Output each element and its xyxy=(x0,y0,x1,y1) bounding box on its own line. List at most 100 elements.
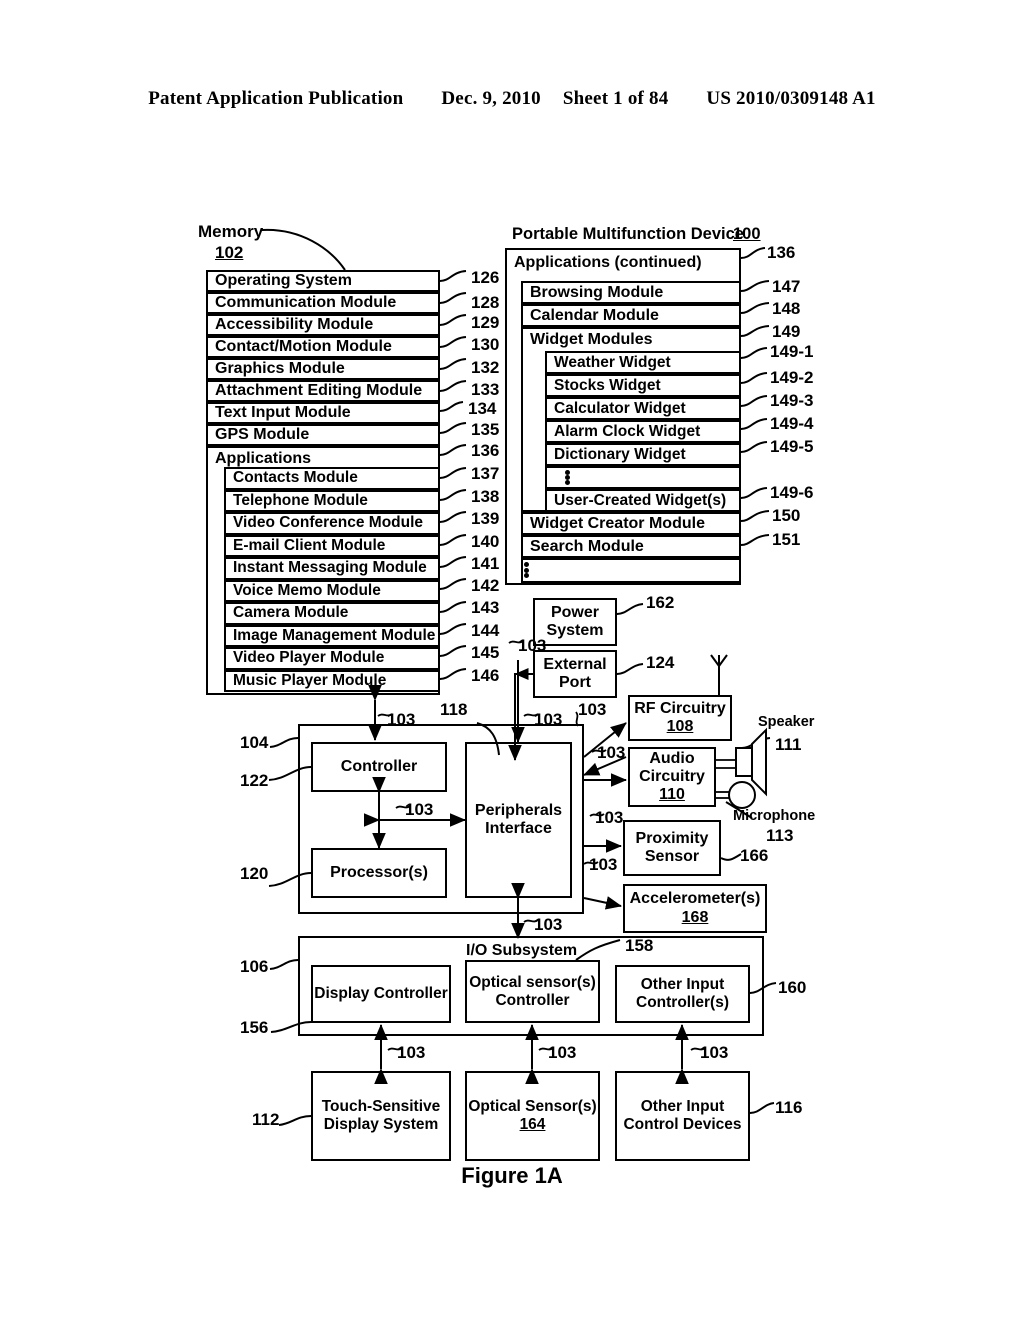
widget-row-calculator: Calculator Widget xyxy=(545,397,741,420)
other-input-control-devices-label: Other Input Control Devices xyxy=(623,1098,742,1133)
speaker-label: Speaker xyxy=(758,714,815,730)
ref-141: 141 xyxy=(471,554,500,573)
ref-128: 128 xyxy=(471,293,500,312)
ref-150: 150 xyxy=(772,506,801,525)
rf-circuitry-block: RF Circuitry 108 xyxy=(628,695,732,741)
header-date: Dec. 9, 2010 xyxy=(441,88,541,109)
widget-row-label: Dictionary Widget xyxy=(554,445,686,463)
widget-row-dictionary: Dictionary Widget xyxy=(545,443,741,466)
appcont-row-label: Widget Modules xyxy=(530,331,653,348)
application-row-instant-messaging-module: Instant Messaging Module xyxy=(224,557,440,580)
appcont-row-widget-creator-module: Widget Creator Module xyxy=(521,512,741,535)
peripherals-interface-block: Peripherals Interface xyxy=(465,742,572,898)
ref-149-1: 149-1 xyxy=(770,342,814,361)
widget-row-user-created: User-Created Widget(s) xyxy=(545,489,741,512)
ref-136-appcont: 136 xyxy=(767,243,796,262)
widget-row-alarm-clock: Alarm Clock Widget xyxy=(545,420,741,443)
appcont-row-label: Widget Creator Module xyxy=(530,514,705,532)
ref-116: 116 xyxy=(775,1098,803,1117)
application-row-video-player-module: Video Player Module xyxy=(224,647,440,670)
ref-132: 132 xyxy=(471,358,500,377)
memory-row-communication-module: Communication Module xyxy=(206,292,440,314)
ref-118: 118 xyxy=(440,700,468,719)
memory-row-label: Communication Module xyxy=(215,294,397,311)
appcont-row-search-module: Search Module xyxy=(521,535,741,558)
widget-row-stocks: Stocks Widget xyxy=(545,374,741,397)
figure-caption: Figure 1A xyxy=(461,1163,563,1188)
application-row-music-player-module: Music Player Module xyxy=(224,669,440,692)
appcont-row-calendar-module: Calendar Module xyxy=(521,304,741,327)
other-input-control-devices-block: Other Input Control Devices xyxy=(615,1071,750,1161)
applications-continued-label: Applications (continued) xyxy=(514,254,702,271)
optical-sensor-ref: 164 xyxy=(519,1116,546,1133)
device-title: Portable Multifunction Device xyxy=(512,225,744,243)
widget-row-ellipsis xyxy=(545,466,741,489)
ref-111: 111 xyxy=(775,735,802,754)
proximity-sensor-block: Proximity Sensor xyxy=(623,820,721,876)
memory-row-label: GPS Module xyxy=(215,426,310,443)
memory-row-label: Applications xyxy=(215,450,312,467)
widget-row-label: User-Created Widget(s) xyxy=(554,491,727,509)
bus-label-103-e: 103 xyxy=(595,808,624,827)
memory-row-label: Attachment Editing Module xyxy=(215,382,423,399)
header-publication: Patent Application Publication xyxy=(148,88,404,109)
widget-row-label: Alarm Clock Widget xyxy=(554,422,701,440)
ref-149-6: 149-6 xyxy=(770,483,814,502)
controller-block: Controller xyxy=(311,742,447,792)
bus-label-103-a: 103 xyxy=(387,710,416,729)
memory-row-accessibility-module: Accessibility Module xyxy=(206,314,440,336)
ref-140: 140 xyxy=(471,532,500,551)
ref-148: 148 xyxy=(772,299,801,318)
appcont-row-browsing-module: Browsing Module xyxy=(521,281,741,304)
bus-label-103-c: 103 xyxy=(578,700,607,719)
ref-166: 166 xyxy=(740,846,769,865)
audio-circuitry-label: Audio Circuitry xyxy=(639,749,705,785)
widget-row-label: Stocks Widget xyxy=(554,376,661,394)
accelerometers-block: Accelerometer(s) 168 xyxy=(623,884,767,933)
ref-144: 144 xyxy=(471,621,500,640)
memory-row-attachment-editing-module: Attachment Editing Module xyxy=(206,380,440,402)
application-row-video-conference-module: Video Conference Module xyxy=(224,512,440,535)
applications-continued-title: Applications (continued) xyxy=(507,250,739,276)
bus-label-103-f: 103 xyxy=(589,855,618,874)
power-system-label: Power System xyxy=(546,603,604,639)
device-ref: 100 xyxy=(733,225,761,243)
application-row-label: E-mail Client Module xyxy=(233,536,386,554)
rf-circuitry-ref: 108 xyxy=(666,718,694,735)
memory-row-operating-system: Operating System xyxy=(206,270,440,292)
ref-149: 149 xyxy=(772,322,801,341)
ref-151: 151 xyxy=(772,530,801,549)
external-port-label: External Port xyxy=(543,655,607,691)
application-row-voice-memo-module: Voice Memo Module xyxy=(224,579,440,602)
processors-label: Processor(s) xyxy=(330,863,428,881)
ref-156: 156 xyxy=(240,1018,269,1037)
bus-label-103-i: 103 xyxy=(397,1043,426,1062)
ref-122: 122 xyxy=(240,771,269,790)
bus-label-103-d: 103 xyxy=(597,743,626,762)
ref-162: 162 xyxy=(646,593,675,612)
ref-146: 146 xyxy=(471,666,500,685)
rf-circuitry-label: RF Circuitry xyxy=(634,699,726,717)
ref-142: 142 xyxy=(471,576,500,595)
ref-120: 120 xyxy=(240,864,269,883)
memory-row-text-input-module: Text Input Module xyxy=(206,402,440,424)
external-port-block: External Port xyxy=(533,650,617,698)
memory-row-label: Text Input Module xyxy=(215,404,351,421)
appcont-row-label: Browsing Module xyxy=(530,283,664,301)
memory-row-contact-motion-module: Contact/Motion Module xyxy=(206,336,440,358)
ref-139: 139 xyxy=(471,509,500,528)
controller-label: Controller xyxy=(340,757,418,775)
optical-sensor-label: Optical Sensor(s) xyxy=(468,1098,597,1116)
bus-label-103-l: 103 xyxy=(518,636,547,655)
ref-145: 145 xyxy=(471,643,500,662)
other-input-controller-block: Other Input Controller(s) xyxy=(615,965,750,1023)
ref-138: 138 xyxy=(471,487,500,506)
ref-133: 133 xyxy=(471,380,500,399)
touch-sensitive-display-label: Touch-Sensitive Display System xyxy=(321,1098,441,1133)
widget-row-label: Calculator Widget xyxy=(554,399,686,417)
memory-row-gps-module: GPS Module xyxy=(206,424,440,446)
bus-label-103-b: 103 xyxy=(534,710,563,729)
ref-149-2: 149-2 xyxy=(770,368,814,387)
display-controller-block: Display Controller xyxy=(311,965,451,1023)
application-row-camera-module: Camera Module xyxy=(224,602,440,625)
